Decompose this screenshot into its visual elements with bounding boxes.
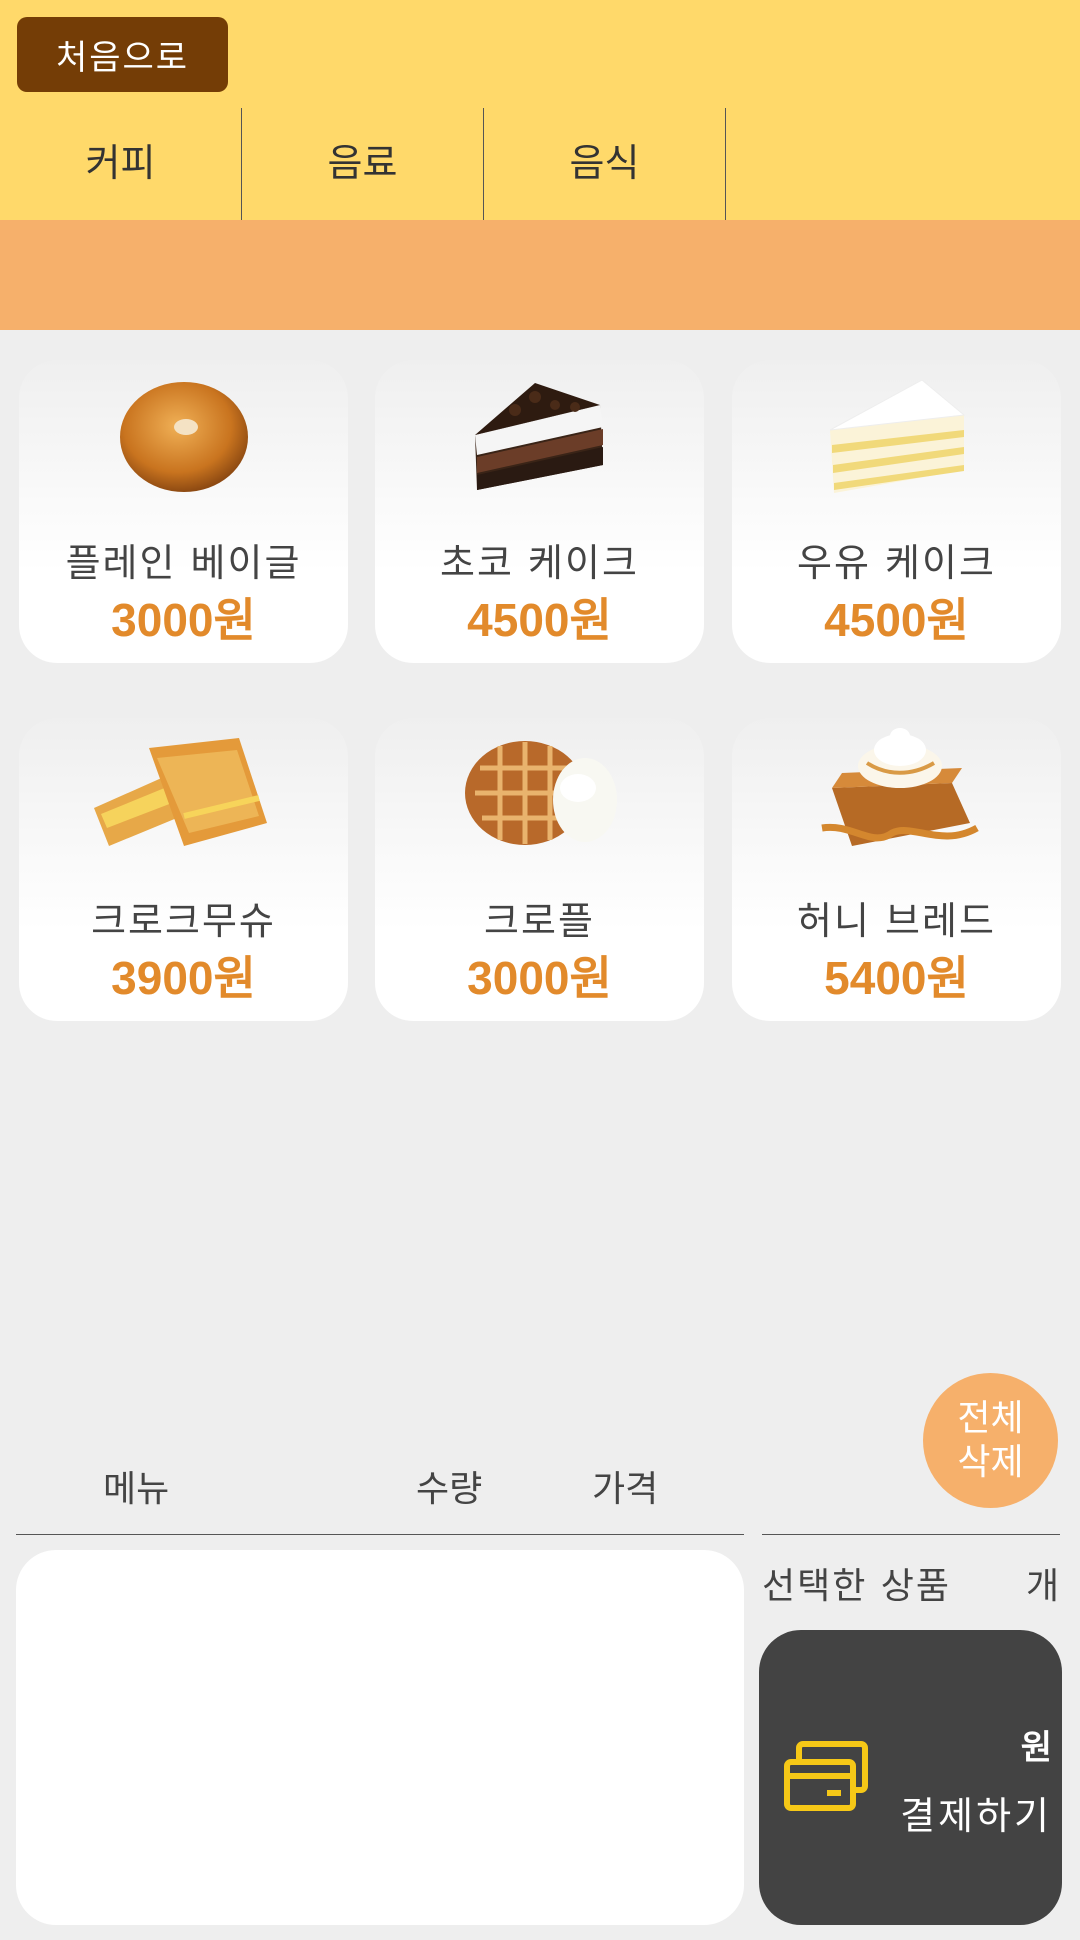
- selected-items-label: 선택한 상품: [762, 1566, 952, 1607]
- card-icon: [783, 1740, 869, 1818]
- product-price: 4500원: [824, 594, 969, 646]
- chocolate-cake-image: [375, 360, 704, 510]
- order-divider: [16, 1534, 744, 1535]
- product-grid: 플레인 베이글 3000원 초코 케이크 4500원 우유 케이크 4500원 …: [0, 360, 1080, 1060]
- tab-food[interactable]: 음식: [484, 108, 726, 220]
- column-menu: 메뉴: [103, 1469, 170, 1510]
- milk-cake-image: [732, 360, 1061, 510]
- product-name: 플레인 베이글: [65, 541, 302, 585]
- home-button[interactable]: 처음으로: [17, 17, 228, 92]
- clear-all-button[interactable]: 전체 삭제: [923, 1373, 1058, 1508]
- product-name: 초코 케이크: [440, 541, 639, 585]
- product-card-chocolate-cake[interactable]: 초코 케이크 4500원: [375, 360, 704, 663]
- product-card-plain-bagel[interactable]: 플레인 베이글 3000원: [19, 360, 348, 663]
- honey-bread-image: [732, 718, 1061, 868]
- croffle-image: [375, 718, 704, 868]
- product-price: 3000원: [467, 952, 612, 1004]
- product-price: 4500원: [467, 594, 612, 646]
- croque-monsieur-image: [19, 718, 348, 868]
- clear-all-label-line1: 전체: [957, 1397, 1024, 1439]
- product-name: 우유 케이크: [797, 541, 996, 585]
- order-list[interactable]: [16, 1550, 744, 1925]
- pay-button-label: 결제하기: [900, 1794, 1052, 1838]
- product-name: 크로플: [484, 899, 595, 943]
- selected-items-unit: 개: [1026, 1566, 1060, 1607]
- summary-divider: [762, 1534, 1060, 1535]
- category-tabs: 커피 음료 음식: [0, 108, 726, 220]
- total-price: 원: [1020, 1728, 1052, 1768]
- pay-button[interactable]: 원 결제하기: [759, 1630, 1062, 1925]
- product-card-milk-cake[interactable]: 우유 케이크 4500원: [732, 360, 1061, 663]
- column-price: 가격: [592, 1469, 659, 1510]
- product-card-croffle[interactable]: 크로플 3000원: [375, 718, 704, 1021]
- column-quantity: 수량: [416, 1469, 483, 1510]
- product-card-honey-bread[interactable]: 허니 브레드 5400원: [732, 718, 1061, 1021]
- product-card-croque-monsieur[interactable]: 크로크무슈 3900원: [19, 718, 348, 1021]
- bagel-image: [19, 360, 348, 510]
- category-banner: [0, 220, 1080, 330]
- product-price: 3900원: [111, 952, 256, 1004]
- product-price: 5400원: [824, 952, 969, 1004]
- tab-coffee[interactable]: 커피: [0, 108, 242, 220]
- tab-beverage[interactable]: 음료: [242, 108, 484, 220]
- product-name: 크로크무슈: [91, 899, 276, 943]
- product-name: 허니 브레드: [797, 899, 996, 943]
- clear-all-label-line2: 삭제: [957, 1441, 1024, 1483]
- header-bar: 처음으로 커피 음료 음식: [0, 0, 1080, 220]
- product-price: 3000원: [111, 594, 256, 646]
